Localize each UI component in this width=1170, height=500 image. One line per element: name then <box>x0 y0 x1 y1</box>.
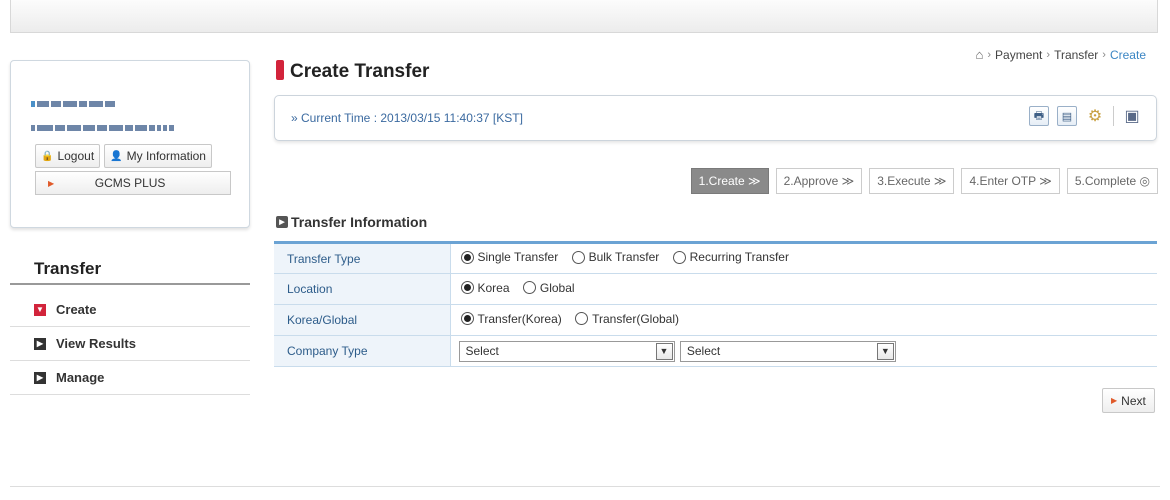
radio-global[interactable]: Global <box>522 281 575 295</box>
nav-item-create[interactable]: ▼ Create <box>10 293 250 327</box>
breadcrumb: ⌂ › Payment › Transfer › Create <box>975 47 1147 62</box>
step-enter-otp: 4.Enter OTP ≫ <box>961 168 1060 194</box>
table-row: Location Korea Global <box>274 273 1157 305</box>
play-square-icon: ▶ <box>276 216 288 228</box>
title-marker <box>276 60 284 80</box>
user-panel: 🔒 Logout 👤 My Information ▶ GCMS PLUS <box>10 60 250 228</box>
company-type-select-2[interactable]: Select ▼ <box>679 340 896 362</box>
gcms-plus-button[interactable]: ▶ GCMS PLUS <box>35 171 231 195</box>
document-icon[interactable]: ▤ <box>1057 106 1077 126</box>
printer-icon[interactable]: 🖶 <box>1029 106 1049 126</box>
row-label: Korea/Global <box>274 304 451 336</box>
breadcrumb-create: Create <box>1109 47 1146 62</box>
lock-icon: 🔒 <box>41 150 54 162</box>
radio-transfer-korea[interactable]: Transfer(Korea) <box>460 312 562 326</box>
radio-bulk-transfer[interactable]: Bulk Transfer <box>571 250 659 264</box>
radio-button-selected[interactable] <box>460 312 474 326</box>
step-complete: 5.Complete ◎ <box>1066 168 1158 194</box>
radio-button[interactable] <box>571 250 585 264</box>
step-indicator: 1.Create ≫ 2.Approve ≫ 3.Execute ≫ 4.Ent… <box>690 168 1158 194</box>
arrow-box-icon: ▶ <box>34 337 46 350</box>
page-title: Create Transfer <box>290 61 430 82</box>
current-time-bar: » Current Time : 2013/03/15 11:40:37 [KS… <box>274 95 1157 141</box>
window-settings-icon[interactable]: ▣ <box>1122 106 1142 126</box>
breadcrumb-transfer[interactable]: Transfer <box>1054 48 1098 62</box>
radio-button[interactable] <box>575 312 589 326</box>
radio-korea[interactable]: Korea <box>460 281 510 295</box>
toolbar-divider <box>1113 106 1114 126</box>
radio-button[interactable] <box>672 250 686 264</box>
logout-button[interactable]: 🔒 Logout <box>35 144 101 168</box>
home-icon[interactable]: ⌂ <box>976 47 984 62</box>
my-information-button[interactable]: 👤 My Information <box>104 144 212 168</box>
table-row: Korea/Global Transfer(Korea) Transfer(Gl… <box>274 304 1157 336</box>
company-type-select-1[interactable]: Select ▼ <box>458 340 675 362</box>
arrow-right-icon: ▶ <box>1111 396 1118 405</box>
step-approve: 2.Approve ≫ <box>775 168 863 194</box>
nav-divider <box>10 283 250 285</box>
radio-transfer-global[interactable]: Transfer(Global) <box>575 312 679 326</box>
table-row: Transfer Type Single Transfer Bulk Trans… <box>274 242 1157 274</box>
row-label: Location <box>274 273 451 305</box>
row-label: Company Type <box>274 335 451 367</box>
radio-button-selected[interactable] <box>460 281 474 295</box>
arrow-box-icon: ▶ <box>34 371 46 384</box>
next-button[interactable]: ▶ Next <box>1102 388 1155 413</box>
step-execute: 3.Execute ≫ <box>869 168 955 194</box>
footer-divider <box>10 486 1160 487</box>
current-time: » Current Time : 2013/03/15 11:40:37 [KS… <box>291 111 523 125</box>
nav-item-manage[interactable]: ▶ Manage <box>10 361 250 395</box>
radio-recurring-transfer[interactable]: Recurring Transfer <box>672 250 789 264</box>
checkbox-arrow-icon: ▼ <box>34 303 46 316</box>
radio-button-selected[interactable] <box>460 250 474 264</box>
table-row: Company Type Select ▼ Select ▼ <box>274 335 1157 367</box>
nav-title: Transfer <box>34 259 102 278</box>
user-settings-icon[interactable]: ⚙ <box>1085 106 1105 126</box>
section-title: ▶ Transfer Information <box>276 214 427 230</box>
transfer-info-table: Transfer Type Single Transfer Bulk Trans… <box>274 241 1157 367</box>
radio-single-transfer[interactable]: Single Transfer <box>460 250 558 264</box>
chevron-down-icon: ▼ <box>655 342 673 360</box>
row-label: Transfer Type <box>274 242 451 274</box>
masked-user-detail <box>31 120 191 131</box>
nav-item-view-results[interactable]: ▶ View Results <box>10 327 250 361</box>
step-create: 1.Create ≫ <box>690 168 769 194</box>
chevron-down-icon: ▼ <box>876 342 894 360</box>
user-icon: 👤 <box>110 150 123 162</box>
breadcrumb-payment[interactable]: Payment <box>995 48 1042 62</box>
top-bar <box>10 0 1158 33</box>
masked-user-name <box>31 96 131 107</box>
radio-button[interactable] <box>522 281 536 295</box>
